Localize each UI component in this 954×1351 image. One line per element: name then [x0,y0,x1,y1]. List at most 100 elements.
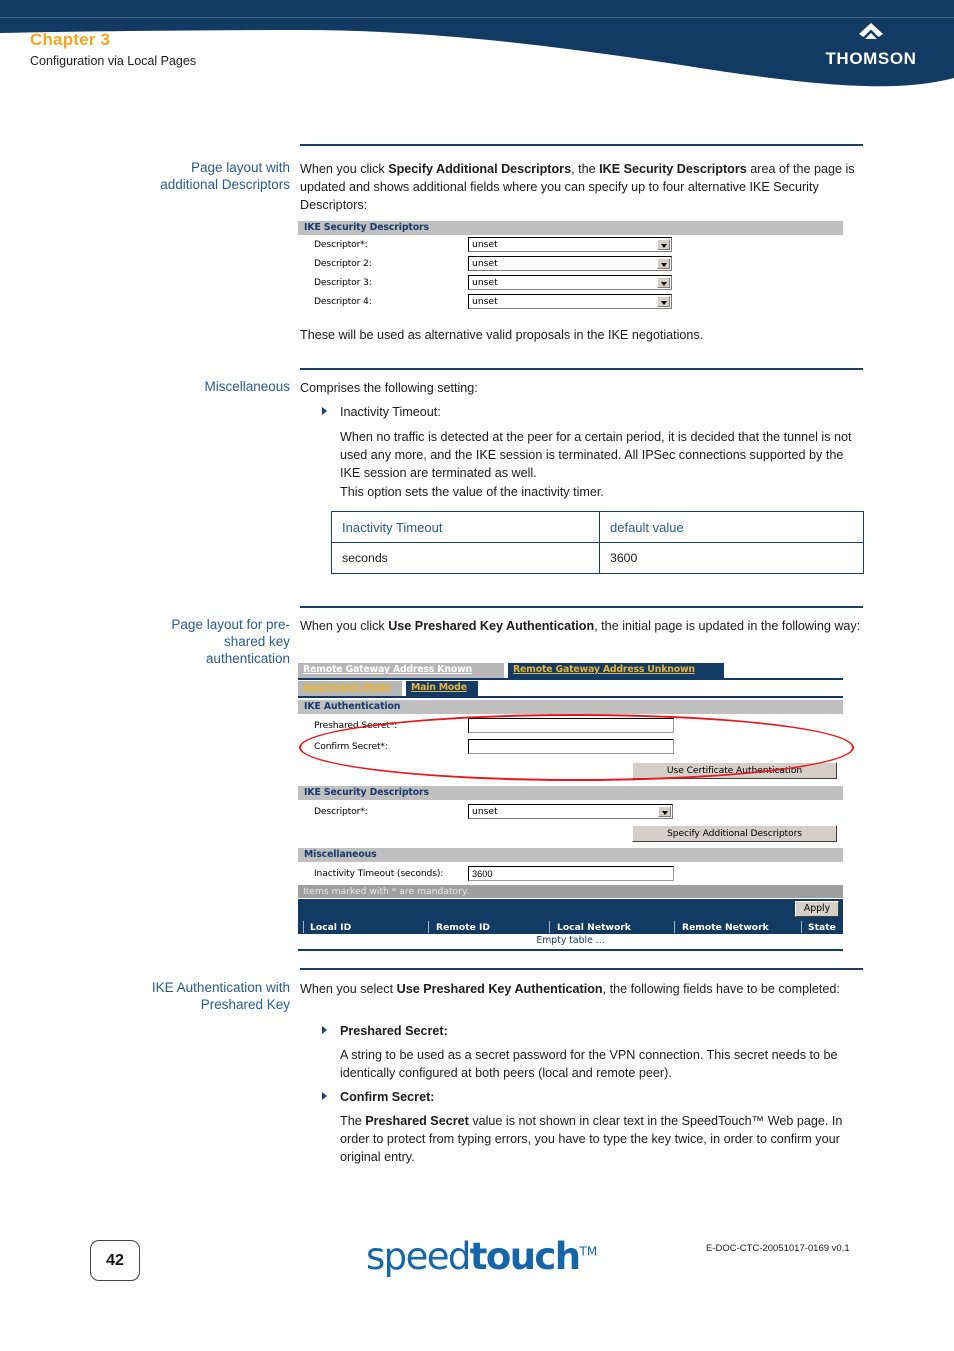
table-divider [303,921,304,933]
thomson-wordmark: THOMSON [825,49,917,68]
tab-main-mode[interactable]: Main Mode [406,681,478,696]
ui-row-descriptor-1: Descriptor*: unset [298,235,843,254]
section-rule-1 [300,144,863,146]
chapter-title: Chapter 3 [30,30,111,49]
chevron-down-icon[interactable] [657,239,670,250]
ui-label-descriptor-3: Descriptor 3: [314,277,372,288]
section-rule-2 [300,368,863,370]
ui-mandatory-note: Items marked with * are mandatory. [298,885,843,898]
ui-label-preshared-secret: Preshared Secret*: [314,720,398,731]
ui-button-apply[interactable]: Apply [795,901,839,917]
header-swoosh [0,0,954,87]
ui-th-remote-network: Remote Network [682,922,769,933]
table-header-row: Inactivity Timeout default value [331,511,864,543]
tab-aggressive-mode[interactable]: Aggressive Mode [298,681,402,696]
ui-input-confirm-secret[interactable] [468,739,674,754]
bullet-label-preshared-secret: Preshared Secret: [340,1024,448,1038]
ui-row-descriptor-main: Descriptor*: unset [298,802,843,822]
side-label-ps-line-2: shared key [223,634,290,649]
ui-select-value-4: unset [472,296,498,307]
thomson-logo: THOMSON [816,22,926,69]
ui-apply-bar [298,899,843,920]
paragraph-inactivity-timeout: When no traffic is detected at the peer … [340,430,852,499]
chevron-down-icon[interactable] [657,296,670,307]
chevron-down-icon[interactable] [658,806,671,817]
table-header-inactivity-timeout: Inactivity Timeout [331,511,600,543]
ui-label-descriptor-2: Descriptor 2: [314,258,372,269]
ui-th-state: State [808,922,836,933]
section-rule-4 [300,968,863,970]
ui-select-value-1: unset [472,239,498,250]
intro-text-preshared-layout: When you click Use Preshared Key Authent… [300,619,861,633]
table-cell-unit: seconds [331,542,600,574]
bullet-triangle-icon [322,1026,327,1034]
bullet-label-inactivity: Inactivity Timeout: [340,405,441,419]
page-number-badge: 42 [90,1240,140,1281]
bullet-inactivity-timeout: Inactivity Timeout: [300,403,865,421]
ui-th-remote-id: Remote ID [436,922,491,933]
screenshot-preshared-key-page: Remote Gateway Address Known Remote Gate… [298,663,843,951]
ui-select-descriptor-3[interactable]: unset [468,275,672,290]
ui-select-descriptor-1[interactable]: unset [468,237,672,252]
bullet-preshared-secret: Preshared Secret: [300,1022,865,1040]
table-row: seconds 3600 [331,542,864,574]
bullet-confirm-secret: Confirm Secret: [300,1088,865,1106]
ui-label-descriptor-4: Descriptor 4: [314,296,372,307]
speedtouch-logo-tm: TM [579,1244,598,1259]
section-rule-3 [300,606,863,608]
ui-input-preshared-secret[interactable] [468,718,674,733]
ui-row-descriptor-4: Descriptor 4: unset [298,292,843,311]
tab-remote-gateway-address-known[interactable]: Remote Gateway Address Known [298,663,504,678]
after-text-descriptors: These will be used as alternative valid … [300,328,704,342]
side-label-ps-line-3: authentication [205,651,290,666]
speedtouch-logo-bold: touch [469,1235,581,1278]
tab-remote-gateway-address-unknown[interactable]: Remote Gateway Address Unknown [508,663,724,678]
ui-section-header-ike-authentication: IKE Authentication [298,700,843,714]
side-label-auth-line-2: Preshared Key [200,997,290,1012]
ui-select-descriptor-main[interactable]: unset [468,804,673,819]
screenshot-ike-security-descriptors: IKE Security Descriptors Descriptor*: un… [298,221,843,313]
speedtouch-logo: speedtouchTM [366,1235,597,1278]
side-label-ps-line-1: Page layout for pre- [171,617,290,632]
ui-row-descriptor-3: Descriptor 3: unset [298,273,843,292]
ui-select-descriptor-2[interactable]: unset [468,256,672,271]
speedtouch-logo-light: speed [366,1235,471,1278]
ui-button-use-certificate-authentication[interactable]: Use Certificate Authentication [632,762,837,779]
chapter-subtitle: Configuration via Local Pages [30,54,197,68]
tab-row-1-underline [298,678,843,680]
side-label-page-layout-preshared: Page layout for pre- shared key authenti… [83,616,290,667]
document-page: Chapter 3 Configuration via Local Pages … [0,0,954,1351]
table-header-default-value: default value [599,511,864,543]
ui-label-descriptor-1: Descriptor*: [314,239,368,250]
ui-label-inactivity-timeout: Inactivity Timeout (seconds): [314,868,444,879]
chevron-down-icon[interactable] [657,277,670,288]
page-header: Chapter 3 Configuration via Local Pages … [0,0,954,100]
thomson-diamond-icon [859,23,883,39]
ui-select-descriptor-4[interactable]: unset [468,294,672,309]
ui-row-preshared-secret: Preshared Secret*: [298,716,843,736]
bullet-triangle-icon [322,1092,327,1100]
table-divider [428,921,429,933]
side-label-line-1: Page layout with [190,160,290,175]
document-code: E-DOC-CTC-20051017-0169 v0.1 [706,1243,850,1254]
tab-row-2-underline [298,696,843,698]
bullet-label-confirm-secret: Confirm Secret: [340,1090,435,1104]
ui-row-inactivity-timeout: Inactivity Timeout (seconds): [298,864,843,884]
chevron-down-icon[interactable] [657,258,670,269]
ui-section-header-descriptors: IKE Security Descriptors [298,221,843,235]
intro-text-ike-auth-preshared: When you select Use Preshared Key Authen… [300,982,840,996]
ui-select-value-2: unset [472,258,498,269]
intro-text-descriptors: When you click Specify Additional Descri… [300,162,855,213]
ui-select-value-descriptor-main: unset [472,806,498,817]
paragraph-confirm-secret: The Preshared Secret value is not shown … [340,1114,843,1165]
table-divider [549,921,550,933]
intro-text-miscellaneous: Comprises the following setting: [300,381,478,395]
ui-button-specify-additional-descriptors[interactable]: Specify Additional Descriptors [632,825,837,842]
side-label-line-2: additional Descriptors [160,177,290,192]
ui-input-inactivity-timeout[interactable] [468,866,674,881]
side-label-auth-line-1: IKE Authentication with [151,980,290,995]
ui-label-descriptor-main: Descriptor*: [314,806,368,817]
ui-row-descriptor-2: Descriptor 2: unset [298,254,843,273]
table-divider [801,921,802,933]
table-divider [674,921,675,933]
